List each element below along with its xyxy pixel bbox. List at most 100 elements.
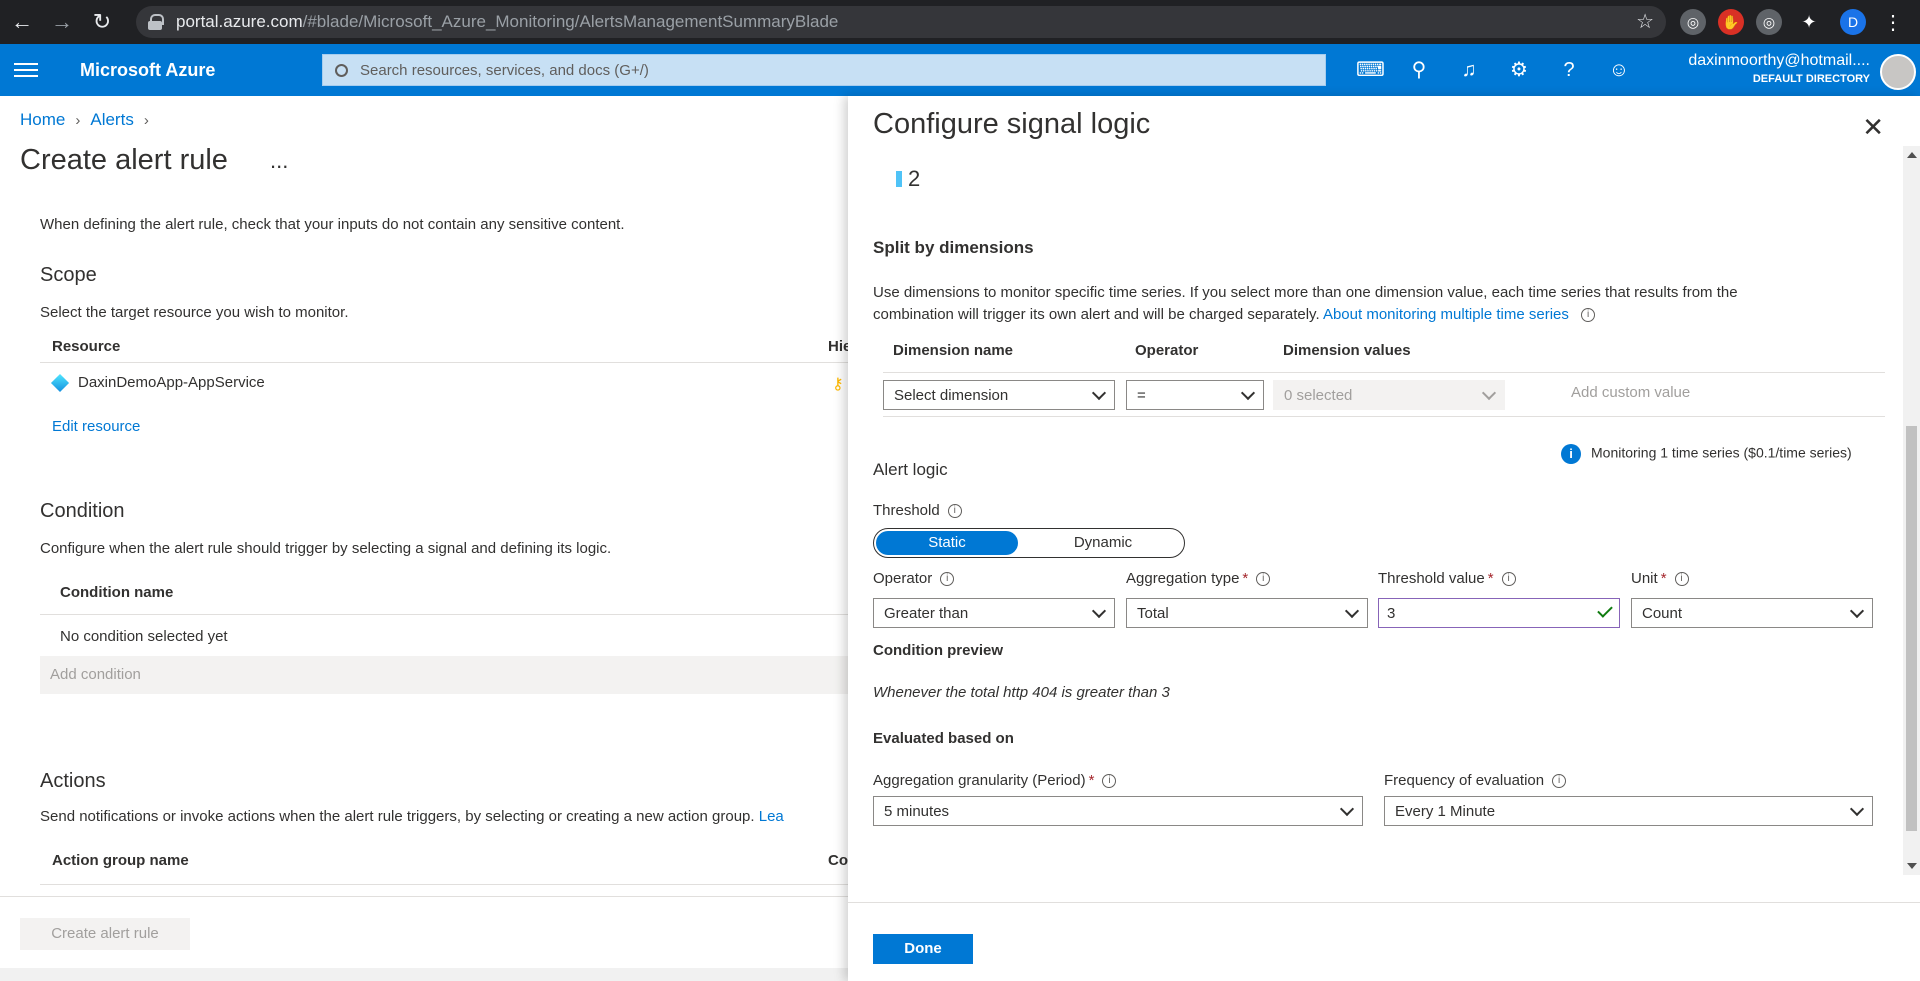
- info-icon[interactable]: i: [1102, 774, 1117, 789]
- chart-fragment: 2: [896, 166, 920, 192]
- dimension-values-dropdown[interactable]: 0 selected: [1273, 380, 1505, 410]
- operator-value: Greater than: [884, 605, 969, 622]
- chevron-down-icon: [1091, 603, 1107, 619]
- info-icon: i: [1561, 444, 1581, 464]
- panel-vertical-scrollbar[interactable]: [1903, 146, 1920, 875]
- dimension-name-dropdown[interactable]: Select dimension: [883, 380, 1115, 410]
- cloud-shell-icon[interactable]: ⌨: [1356, 57, 1385, 83]
- condition-preview-heading: Condition preview: [873, 642, 1004, 659]
- search-placeholder: Search resources, services, and docs (G+…: [360, 61, 649, 79]
- settings-gear-icon[interactable]: ⚙: [1506, 57, 1532, 83]
- no-condition-text: No condition selected yet: [60, 628, 228, 645]
- split-by-dimensions-description: Use dimensions to monitor specific time …: [873, 282, 1813, 326]
- contains-column-header: Co: [828, 852, 848, 869]
- breadcrumb-alerts[interactable]: Alerts: [90, 110, 133, 130]
- directory-filter-icon[interactable]: ⚲: [1406, 57, 1432, 83]
- info-icon[interactable]: i: [940, 572, 955, 587]
- chevron-down-icon: [1481, 385, 1497, 401]
- brand-name[interactable]: Microsoft Azure: [80, 60, 215, 81]
- granularity-dropdown[interactable]: 5 minutes: [873, 796, 1363, 826]
- threshold-dynamic-option[interactable]: Dynamic: [1024, 531, 1182, 555]
- dimension-operator-dropdown[interactable]: =: [1126, 380, 1264, 410]
- scroll-down-icon[interactable]: [1907, 863, 1917, 869]
- configure-signal-logic-panel: Configure signal logic ✕ 2 Split by dime…: [848, 96, 1920, 981]
- sensitive-content-notice: When defining the alert rule, check that…: [40, 216, 625, 233]
- actions-description-text: Send notifications or invoke actions whe…: [40, 808, 755, 825]
- extension-icon[interactable]: ◎: [1680, 9, 1706, 35]
- azure-header: Microsoft Azure Search resources, servic…: [0, 44, 1920, 96]
- global-search-input[interactable]: Search resources, services, and docs (G+…: [322, 54, 1326, 86]
- evaluated-based-on-heading: Evaluated based on: [873, 730, 1014, 747]
- browser-menu-icon[interactable]: ⋮: [1880, 9, 1906, 35]
- hamburger-menu-icon[interactable]: [14, 63, 38, 77]
- account-info[interactable]: daxinmoorthy@hotmail.... DEFAULT DIRECTO…: [1688, 52, 1870, 85]
- info-icon[interactable]: i: [1501, 572, 1516, 587]
- url-path: /#blade/Microsoft_Azure_Monitoring/Alert…: [302, 12, 839, 31]
- info-icon[interactable]: i: [1552, 774, 1567, 789]
- dimension-name-value: Select dimension: [894, 387, 1009, 404]
- horizontal-scrollbar[interactable]: [0, 968, 848, 981]
- chevron-down-icon: [1091, 385, 1107, 401]
- close-icon[interactable]: ✕: [1862, 112, 1884, 143]
- threshold-value-label-text: Threshold value: [1378, 570, 1485, 587]
- frequency-dropdown[interactable]: Every 1 Minute: [1384, 796, 1873, 826]
- aggregation-type-label-text: Aggregation type: [1126, 570, 1240, 587]
- address-bar[interactable]: portal.azure.com /#blade/Microsoft_Azure…: [136, 6, 1666, 38]
- threshold-type-toggle[interactable]: Static Dynamic: [873, 528, 1185, 558]
- threshold-static-option[interactable]: Static: [876, 531, 1018, 555]
- condition-description: Configure when the alert rule should tri…: [40, 540, 612, 557]
- monitoring-multiple-series-link[interactable]: About monitoring multiple time series: [1323, 306, 1569, 323]
- breadcrumb-home[interactable]: Home: [20, 110, 65, 130]
- forward-icon[interactable]: →: [42, 9, 82, 35]
- threshold-value-input[interactable]: 3: [1378, 598, 1620, 628]
- breadcrumb: Home › Alerts ›: [20, 110, 149, 130]
- granularity-value: 5 minutes: [884, 803, 950, 820]
- add-custom-value-input[interactable]: Add custom value: [1571, 384, 1690, 401]
- puzzle-extensions-icon[interactable]: ✦: [1796, 9, 1822, 35]
- info-icon[interactable]: i: [1256, 572, 1271, 587]
- extension-icon[interactable]: ◎: [1756, 9, 1782, 35]
- unit-value: Count: [1642, 605, 1683, 622]
- bookmark-star-icon[interactable]: ☆: [1636, 9, 1654, 34]
- help-icon[interactable]: ?: [1556, 57, 1582, 83]
- reload-icon[interactable]: ↻: [82, 9, 122, 35]
- info-icon[interactable]: i: [1674, 572, 1689, 587]
- scroll-up-icon[interactable]: [1907, 152, 1917, 158]
- feedback-icon[interactable]: ☺: [1606, 57, 1632, 83]
- operator-dropdown[interactable]: Greater than: [873, 598, 1115, 628]
- condition-name-column-header: Condition name: [60, 584, 174, 601]
- panel-title: Configure signal logic: [873, 108, 1151, 140]
- dimension-values-header: Dimension values: [1283, 342, 1411, 359]
- condition-preview-text: Whenever the total http 404 is greater t…: [873, 684, 1170, 701]
- create-alert-form: When defining the alert rule, check that…: [0, 210, 848, 900]
- notifications-bell-icon[interactable]: ♫: [1456, 57, 1482, 83]
- more-options-button[interactable]: ...: [270, 148, 288, 174]
- checkmark-icon: [1597, 602, 1613, 618]
- back-icon[interactable]: ←: [2, 9, 42, 35]
- edit-resource-link[interactable]: Edit resource: [52, 418, 140, 435]
- scope-heading: Scope: [40, 264, 97, 286]
- chart-legend-swatch: [896, 171, 902, 187]
- unit-dropdown[interactable]: Count: [1631, 598, 1873, 628]
- done-button[interactable]: Done: [873, 934, 973, 964]
- add-condition-button[interactable]: Add condition: [40, 656, 848, 694]
- chart-value-fragment: 2: [908, 166, 921, 191]
- divider: [40, 884, 848, 885]
- actions-heading: Actions: [40, 770, 106, 792]
- user-email: daxinmoorthy@hotmail....: [1688, 52, 1870, 69]
- aggregation-type-value: Total: [1137, 605, 1169, 622]
- scroll-thumb[interactable]: [1906, 426, 1917, 831]
- info-icon[interactable]: i: [947, 504, 962, 519]
- split-description-text: Use dimensions to monitor specific time …: [873, 284, 1738, 323]
- stop-extension-icon[interactable]: ✋: [1718, 9, 1744, 35]
- avatar[interactable]: [1880, 54, 1916, 90]
- info-icon[interactable]: i: [1581, 308, 1596, 323]
- aggregation-type-dropdown[interactable]: Total: [1126, 598, 1368, 628]
- profile-avatar[interactable]: D: [1840, 9, 1866, 35]
- learn-more-link[interactable]: Lea: [759, 808, 784, 825]
- create-alert-rule-button[interactable]: Create alert rule: [20, 918, 190, 950]
- user-directory: DEFAULT DIRECTORY: [1752, 73, 1870, 85]
- divider: [883, 416, 1885, 417]
- frequency-value: Every 1 Minute: [1395, 803, 1496, 820]
- granularity-label-text: Aggregation granularity (Period): [873, 772, 1086, 789]
